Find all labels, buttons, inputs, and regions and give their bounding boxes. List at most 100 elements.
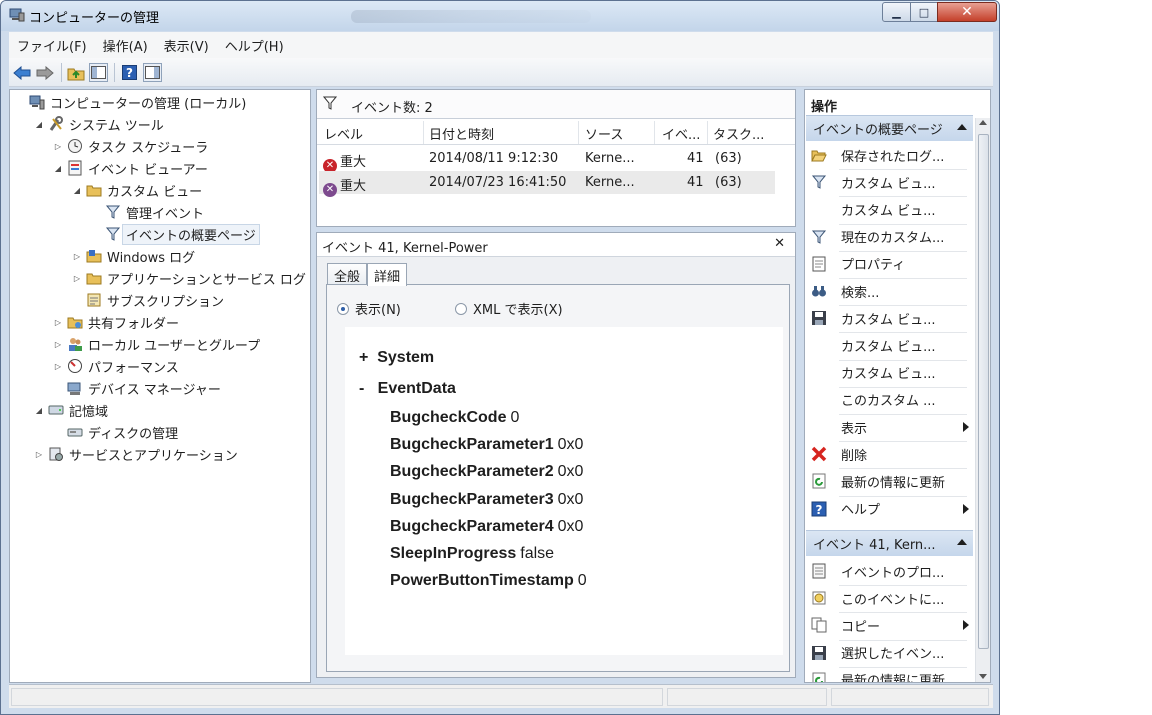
- event-datetime: 2014/08/11 9:12:30: [429, 151, 559, 166]
- event-field-name: BugcheckParameter3: [390, 490, 554, 508]
- action-item[interactable]: カスタム ビュ...: [811, 361, 971, 385]
- tree-item-label: ディスクの管理: [88, 426, 179, 442]
- tree-item[interactable]: イベントの概要ページ: [91, 223, 260, 245]
- action-label: プロパティ: [841, 258, 906, 274]
- event-detail-pane: イベント 41, Kernel-Power ✕ 全般 詳細 表示(N) XML …: [316, 232, 796, 678]
- action-item[interactable]: カスタム ビュ...: [811, 306, 971, 330]
- minimize-button[interactable]: ▁: [882, 2, 911, 22]
- actions-section-summary[interactable]: イベントの概要ページ: [806, 115, 973, 141]
- tree-item[interactable]: ディスクの管理: [53, 422, 178, 442]
- eventdata-node[interactable]: - EventData: [359, 380, 456, 398]
- menu-action[interactable]: 操作(A): [95, 36, 156, 55]
- menu-file[interactable]: ファイル(F): [9, 36, 95, 55]
- tab-details[interactable]: 詳細: [367, 263, 408, 286]
- tree-item[interactable]: ◢ イベント ビューアー: [53, 158, 208, 178]
- radio-xml-view[interactable]: XML で表示(X): [455, 299, 563, 318]
- system-node[interactable]: + System: [359, 349, 434, 367]
- action-item[interactable]: ? ヘルプ: [811, 497, 971, 521]
- column-datetime[interactable]: 日付と時刻: [429, 124, 494, 143]
- tree-item-label: イベントの概要ページ: [122, 223, 260, 245]
- collapse-icon[interactable]: [957, 539, 967, 545]
- menu-help[interactable]: ヘルプ(H): [217, 36, 292, 55]
- expand-toggle-icon[interactable]: ▷: [53, 362, 63, 371]
- action-item[interactable]: 最新の情報に更新: [811, 668, 971, 682]
- action-item[interactable]: 選択したイベン...: [811, 641, 971, 665]
- scroll-down-icon[interactable]: [979, 674, 987, 679]
- expand-toggle-icon[interactable]: ▷: [72, 252, 82, 261]
- action-item[interactable]: 検索...: [811, 279, 971, 303]
- tree-item[interactable]: ◢ カスタム ビュー: [72, 180, 202, 200]
- tree-item[interactable]: ▷ タスク スケジューラ: [53, 136, 208, 156]
- eventdata-toggle[interactable]: -: [359, 380, 364, 397]
- actions-section-event[interactable]: イベント 41, Kern...: [806, 530, 973, 556]
- column-task[interactable]: タスク...: [713, 124, 764, 143]
- close-button[interactable]: ✕: [937, 2, 997, 22]
- event-row[interactable]: ✕ 重大 2014/07/23 16:41:50 Kerne... 41 (63): [319, 171, 775, 197]
- event-viewer-icon: [67, 160, 83, 176]
- event-list-columns: レベル 日付と時刻 ソース イベ... タスク...: [317, 121, 795, 145]
- tree-item[interactable]: ▷ 共有フォルダー: [53, 312, 179, 332]
- expand-toggle-icon[interactable]: ◢: [34, 406, 44, 415]
- column-source[interactable]: ソース: [585, 124, 623, 143]
- tree-item[interactable]: 管理イベント: [91, 202, 204, 222]
- tree-item[interactable]: ▷ Windows ログ: [72, 246, 195, 266]
- action-item[interactable]: カスタム ビュ...: [811, 197, 971, 221]
- title-bar[interactable]: コンピューターの管理 ▁ □ ✕: [1, 1, 999, 31]
- back-arrow-icon[interactable]: [12, 63, 31, 82]
- tree-item[interactable]: ◢ 記憶域: [34, 400, 108, 420]
- event-source: Kerne...: [585, 151, 635, 166]
- expand-toggle-icon[interactable]: ▷: [72, 274, 82, 283]
- tree-item[interactable]: コンピューターの管理 (ローカル): [15, 92, 246, 112]
- action-item[interactable]: プロパティ: [811, 252, 971, 276]
- event-row[interactable]: ✕ 重大 2014/08/11 9:12:30 Kerne... 41 (63): [319, 147, 775, 173]
- expand-toggle-icon[interactable]: ▷: [53, 340, 63, 349]
- tree-item[interactable]: サブスクリプション: [72, 290, 224, 310]
- tree-item[interactable]: ▷ ローカル ユーザーとグループ: [53, 334, 260, 354]
- action-item[interactable]: 最新の情報に更新: [811, 469, 971, 493]
- menu-view[interactable]: 表示(V): [156, 36, 217, 55]
- action-label: カスタム ビュ...: [841, 312, 936, 328]
- radio-friendly-view[interactable]: 表示(N): [337, 299, 401, 318]
- show-hide-tree-icon[interactable]: [89, 63, 108, 82]
- event-data-view: + System - EventData BugcheckCode 0 Bugche…: [345, 327, 783, 655]
- maximize-button[interactable]: □: [910, 2, 938, 22]
- column-event-id[interactable]: イベ...: [662, 124, 700, 143]
- expand-toggle-icon[interactable]: ▷: [53, 318, 63, 327]
- close-detail-icon[interactable]: ✕: [774, 236, 785, 251]
- event-field: SleepInProgress false: [390, 545, 554, 563]
- submenu-arrow-icon: [963, 422, 969, 432]
- tree-item[interactable]: デバイス マネージャー: [53, 378, 221, 398]
- action-item[interactable]: 現在のカスタム...: [811, 225, 971, 249]
- scroll-up-icon[interactable]: [979, 120, 987, 125]
- system-toggle[interactable]: +: [359, 349, 368, 366]
- expand-toggle-icon[interactable]: ▷: [34, 450, 44, 459]
- tree-item[interactable]: ▷ アプリケーションとサービス ログ: [72, 268, 306, 288]
- action-item[interactable]: 表示: [811, 415, 971, 439]
- expand-toggle-icon[interactable]: ◢: [72, 186, 82, 195]
- expand-toggle-icon[interactable]: ◢: [34, 120, 44, 129]
- action-item[interactable]: このカスタム ...: [811, 388, 971, 412]
- action-icon-placeholder: [811, 392, 827, 408]
- action-item[interactable]: カスタム ビュ...: [811, 170, 971, 194]
- action-item[interactable]: このイベントに...: [811, 586, 971, 610]
- tab-general[interactable]: 全般: [327, 263, 368, 285]
- actions-scrollbar[interactable]: [975, 118, 990, 682]
- properties-icon[interactable]: [143, 63, 162, 82]
- tree-item[interactable]: ◢ システム ツール: [34, 114, 164, 134]
- tree-item[interactable]: ▷ パフォーマンス: [53, 356, 179, 376]
- help-icon[interactable]: ?: [120, 63, 139, 82]
- up-folder-icon[interactable]: [66, 63, 85, 82]
- action-item[interactable]: 削除: [811, 442, 971, 466]
- action-item[interactable]: イベントのプロ...: [811, 559, 971, 583]
- action-item[interactable]: コピー: [811, 613, 971, 637]
- column-level[interactable]: レベル: [324, 124, 363, 143]
- action-item[interactable]: カスタム ビュ...: [811, 333, 971, 357]
- scrollbar-thumb[interactable]: [978, 134, 989, 649]
- forward-arrow-icon[interactable]: [35, 63, 54, 82]
- collapse-icon[interactable]: [957, 124, 967, 130]
- tree-item[interactable]: ▷ サービスとアプリケーション: [34, 444, 238, 464]
- actions-title: 操作: [811, 100, 838, 115]
- expand-toggle-icon[interactable]: ◢: [53, 164, 63, 173]
- expand-toggle-icon[interactable]: ▷: [53, 142, 63, 151]
- action-item[interactable]: 保存されたログ...: [811, 143, 971, 167]
